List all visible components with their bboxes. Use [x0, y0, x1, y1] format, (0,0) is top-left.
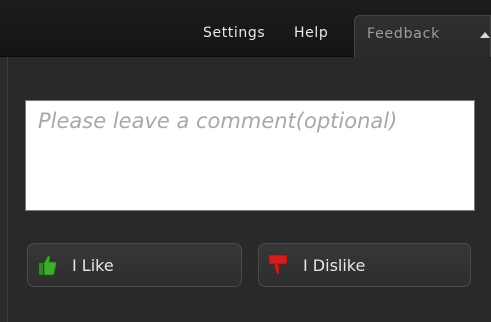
like-button[interactable]: I Like: [27, 243, 242, 287]
comment-input[interactable]: [25, 100, 475, 211]
tab-feedback-label: Feedback: [367, 26, 441, 42]
thumbs-down-icon: [268, 254, 288, 275]
dislike-button-label: I Dislike: [303, 256, 366, 275]
dislike-button[interactable]: I Dislike: [258, 243, 471, 287]
menu-help[interactable]: Help: [294, 25, 328, 41]
collapse-arrow-icon[interactable]: [480, 32, 490, 38]
tab-feedback[interactable]: Feedback: [354, 15, 491, 57]
like-button-label: I Like: [72, 256, 114, 275]
top-menu-bar: Settings Help Feedback: [0, 0, 491, 57]
menu-settings[interactable]: Settings: [203, 25, 265, 41]
thumbs-up-icon: [39, 255, 57, 276]
